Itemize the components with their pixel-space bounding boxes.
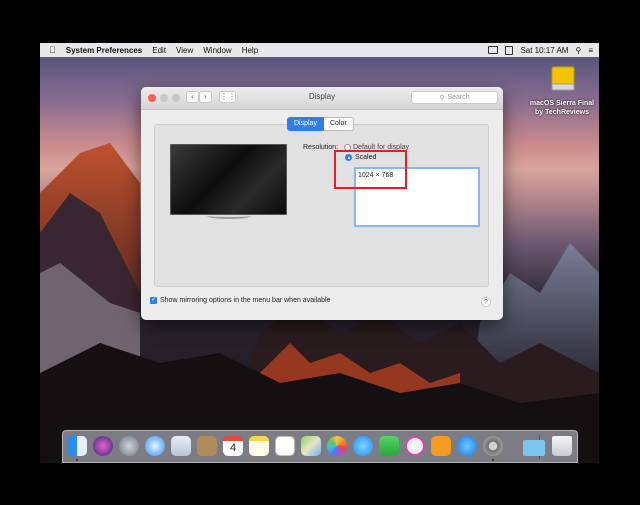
running-indicator <box>76 459 78 461</box>
maps-icon[interactable] <box>301 436 321 456</box>
mirroring-option[interactable]: ✓ Show mirroring options in the menu bar… <box>150 297 330 304</box>
menu-bar:  System Preferences Edit View Window He… <box>40 43 599 57</box>
app-menu[interactable]: System Preferences <box>66 46 143 55</box>
mirroring-checkbox[interactable]: ✓ <box>150 297 157 304</box>
mirroring-label: Show mirroring options in the menu bar w… <box>160 297 331 304</box>
apple-menu-icon[interactable]:  <box>49 45 56 55</box>
spotlight-icon[interactable]: ⚲ <box>575 46 581 55</box>
desktop:  System Preferences Edit View Window He… <box>40 43 599 463</box>
tab-bar: Display Color <box>287 117 354 131</box>
safari-icon[interactable] <box>145 436 165 456</box>
monitor-stand <box>207 213 251 219</box>
tab-display[interactable]: Display <box>287 117 324 131</box>
dock: 4 <box>62 430 578 463</box>
drive-label[interactable]: macOS Sierra Final by TechReviews <box>518 99 599 117</box>
search-placeholder: Search <box>447 94 470 101</box>
menu-edit[interactable]: Edit <box>152 46 166 55</box>
menu-help[interactable]: Help <box>242 46 258 55</box>
external-drive-icon[interactable] <box>548 65 578 95</box>
calendar-icon[interactable]: 4 <box>223 436 243 456</box>
ibooks-icon[interactable] <box>431 436 451 456</box>
launchpad-icon[interactable] <box>119 436 139 456</box>
app-store-icon[interactable] <box>457 436 477 456</box>
tab-color[interactable]: Color <box>323 117 354 131</box>
downloads-folder-icon[interactable] <box>523 440 545 456</box>
notes-icon[interactable] <box>249 436 269 456</box>
itunes-icon[interactable] <box>405 436 425 456</box>
finder-icon[interactable] <box>67 436 87 456</box>
title-bar[interactable]: ‹ › ⋮⋮ Display ⚲ Search <box>141 87 503 110</box>
display-preferences-window: ‹ › ⋮⋮ Display ⚲ Search Display Color Re… <box>141 87 503 320</box>
drive-label-line1: macOS Sierra Final <box>529 100 595 107</box>
facetime-icon[interactable] <box>379 436 399 456</box>
search-icon: ⚲ <box>439 94 445 102</box>
notification-center-icon[interactable]: ≡ <box>588 46 593 55</box>
siri-icon[interactable] <box>93 436 113 456</box>
reminders-icon[interactable] <box>275 436 295 456</box>
mail-icon[interactable] <box>171 436 191 456</box>
running-indicator <box>492 459 494 461</box>
annotation-highlight-box <box>334 150 407 189</box>
photos-icon[interactable] <box>327 436 347 456</box>
battery-icon[interactable] <box>505 45 514 55</box>
contacts-icon[interactable] <box>197 436 217 456</box>
clock[interactable]: Sat 10:17 AM <box>520 46 568 55</box>
drive-label-line2: by TechReviews <box>535 109 589 116</box>
help-button[interactable]: ? <box>481 297 491 307</box>
resolution-label: Resolution: <box>303 144 339 151</box>
messages-icon[interactable] <box>353 436 373 456</box>
display-mirror-icon[interactable] <box>488 46 499 54</box>
search-field[interactable]: ⚲ Search <box>411 91 498 104</box>
trash-icon[interactable] <box>552 436 572 456</box>
menu-window[interactable]: Window <box>203 46 231 55</box>
monitor-image <box>170 144 287 215</box>
system-preferences-icon[interactable] <box>483 436 503 456</box>
menu-view[interactable]: View <box>176 46 193 55</box>
